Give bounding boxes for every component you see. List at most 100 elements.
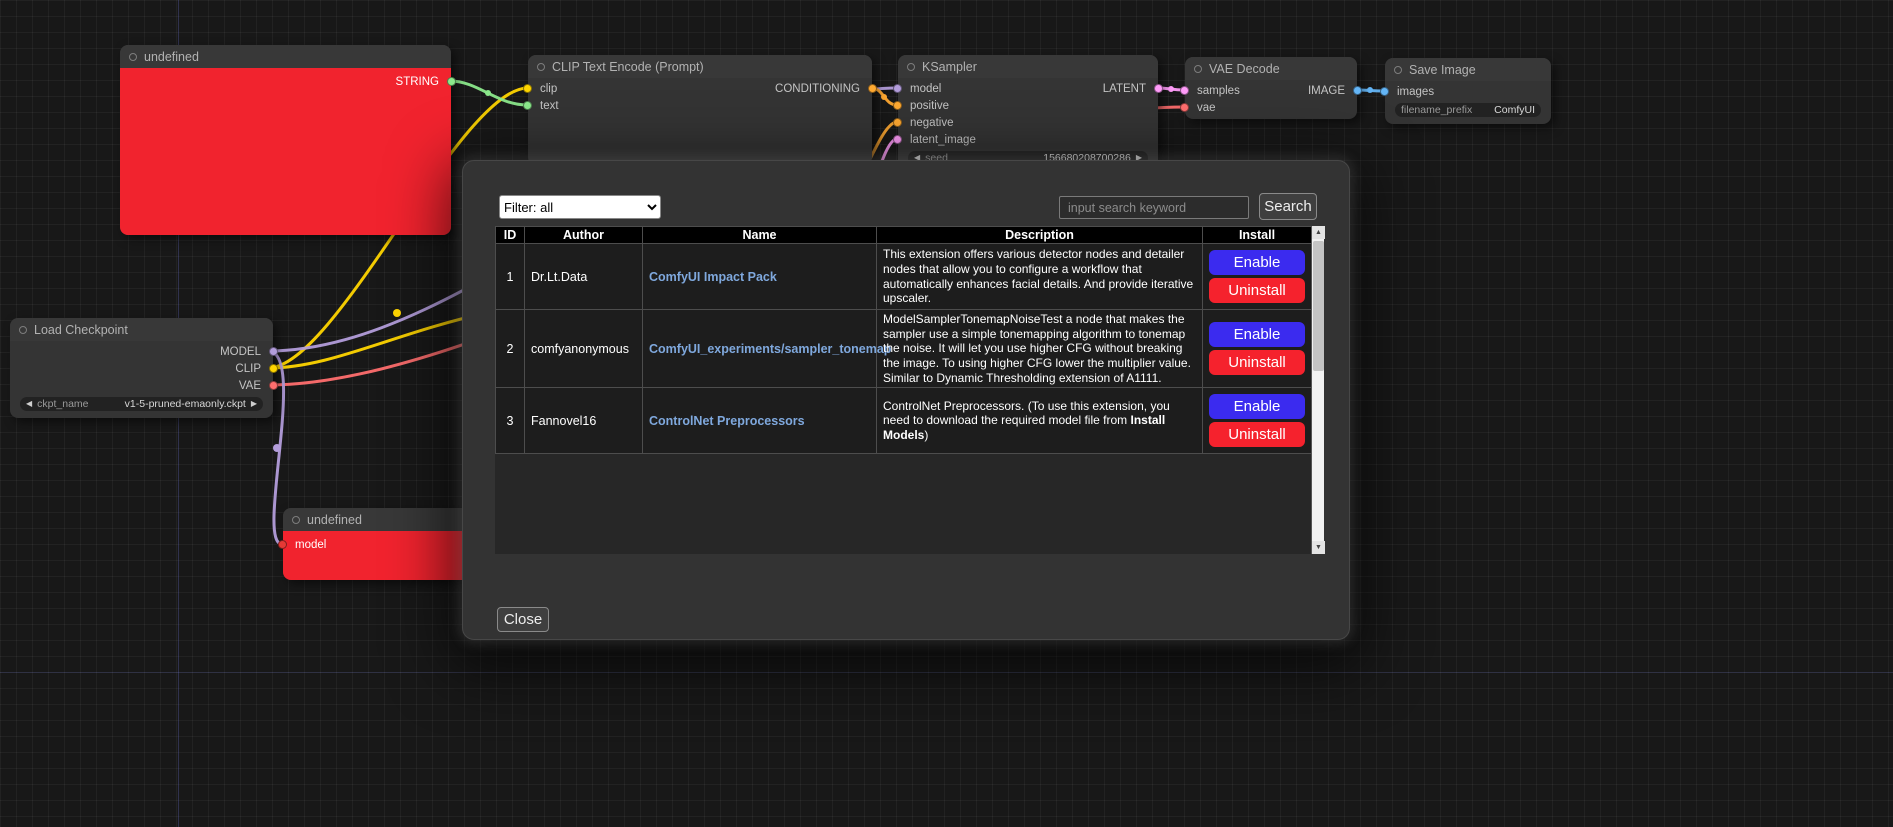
stepper-right-icon[interactable]: ▶ <box>251 400 257 408</box>
node-title-bar[interactable]: Save Image <box>1385 58 1551 81</box>
model-input-slot[interactable] <box>893 84 902 93</box>
input-slot-label: images <box>1397 86 1434 98</box>
extension-row: 1Dr.Lt.Data ComfyUI Impact Pack This exten… <box>496 244 1312 310</box>
negative-input-slot[interactable] <box>893 118 902 127</box>
output-slot-label: CLIP <box>235 363 261 375</box>
extension-id: 3 <box>496 388 525 454</box>
extension-id: 2 <box>496 310 525 388</box>
node-title: undefined <box>144 50 199 64</box>
link-midpoint-dot <box>273 444 281 452</box>
table-scrollbar[interactable]: ▲ ▼ <box>1311 226 1324 554</box>
node-title: CLIP Text Encode (Prompt) <box>552 60 704 74</box>
header-author: Author <box>525 227 643 244</box>
slot-row: samples IMAGE <box>1185 82 1357 99</box>
collapse-dot-icon[interactable] <box>907 63 915 71</box>
extension-table: ID Author Name Description Install 1Dr.L… <box>495 226 1312 454</box>
latent-output-slot[interactable] <box>1154 84 1163 93</box>
uninstall-button[interactable]: Uninstall <box>1209 278 1305 303</box>
extension-table-container: ID Author Name Description Install 1Dr.L… <box>495 226 1324 554</box>
node-clip-text-encode[interactable]: CLIP Text Encode (Prompt) clip CONDITION… <box>528 55 872 165</box>
node-title: Save Image <box>1409 63 1476 77</box>
model-output-slot[interactable] <box>269 347 278 356</box>
scroll-up-icon[interactable]: ▲ <box>1312 226 1325 239</box>
text-input-slot[interactable] <box>523 101 532 110</box>
header-id: ID <box>496 227 525 244</box>
collapse-dot-icon[interactable] <box>537 63 545 71</box>
slot-row: clip CONDITIONING <box>528 80 872 97</box>
extension-install-cell: Enable Uninstall <box>1203 244 1312 310</box>
image-output-slot[interactable] <box>1353 86 1362 95</box>
extension-id: 1 <box>496 244 525 310</box>
close-button[interactable]: Close <box>497 607 549 632</box>
extension-author: Dr.Lt.Data <box>525 244 643 310</box>
output-slot-row: STRING <box>120 73 451 90</box>
extension-link[interactable]: ComfyUI Impact Pack <box>649 270 777 284</box>
positive-input-slot[interactable] <box>893 101 902 110</box>
scroll-down-icon[interactable]: ▼ <box>1312 541 1325 554</box>
node-title: undefined <box>307 513 362 527</box>
uninstall-button[interactable]: Uninstall <box>1209 422 1305 447</box>
model-input-slot[interactable] <box>278 540 287 549</box>
header-install: Install <box>1203 227 1312 244</box>
output-slot-label: LATENT <box>1103 83 1146 95</box>
node-title-bar[interactable]: Load Checkpoint <box>10 318 273 341</box>
node-title-bar[interactable]: VAE Decode <box>1185 57 1357 80</box>
header-description: Description <box>877 227 1203 244</box>
samples-input-slot[interactable] <box>1180 86 1189 95</box>
link-midpoint-dot <box>485 90 491 96</box>
ckpt-name-widget[interactable]: ◀ ckpt_name v1-5-pruned-emaonly.ckpt ▶ <box>20 397 263 411</box>
latent-image-input-slot[interactable] <box>893 135 902 144</box>
extension-link[interactable]: ComfyUI_experiments/sampler_tonemap <box>649 342 891 356</box>
filename-prefix-widget[interactable]: filename_prefix ComfyUI <box>1395 103 1541 117</box>
enable-button[interactable]: Enable <box>1209 250 1305 275</box>
search-button[interactable]: Search <box>1259 193 1317 220</box>
vae-output-slot[interactable] <box>269 381 278 390</box>
collapse-dot-icon[interactable] <box>1394 66 1402 74</box>
node-undefined-top[interactable]: undefined STRING <box>120 45 451 235</box>
extension-author: Fannovel16 <box>525 388 643 454</box>
slot-row: latent_image <box>898 131 1158 148</box>
scrollbar-thumb[interactable] <box>1313 241 1324 371</box>
conditioning-output-slot[interactable] <box>868 84 877 93</box>
string-output-slot[interactable] <box>447 77 456 86</box>
filter-select[interactable]: Filter: all <box>499 195 661 219</box>
node-load-checkpoint[interactable]: Load Checkpoint MODEL CLIP VAE ◀ ckpt_na… <box>10 318 273 418</box>
extension-description: This extension offers various detector n… <box>877 244 1203 310</box>
uninstall-button[interactable]: Uninstall <box>1209 350 1305 375</box>
widget-label: ckpt_name <box>37 398 88 410</box>
search-input[interactable] <box>1059 196 1249 219</box>
collapse-dot-icon[interactable] <box>292 516 300 524</box>
node-ksampler[interactable]: KSampler model LATENT positive negative … <box>898 55 1158 170</box>
enable-button[interactable]: Enable <box>1209 394 1305 419</box>
extension-row: 2comfyanonymousComfyUI_experiments/sampl… <box>496 310 1312 388</box>
clip-output-slot[interactable] <box>269 364 278 373</box>
input-slot-label: text <box>540 100 559 112</box>
extension-link[interactable]: ControlNet Preprocessors <box>649 414 805 428</box>
node-title-bar[interactable]: KSampler <box>898 55 1158 78</box>
images-input-slot[interactable] <box>1380 87 1389 96</box>
input-slot-label: model <box>295 539 326 551</box>
clip-input-slot[interactable] <box>523 84 532 93</box>
node-title-bar[interactable]: undefined <box>120 45 451 68</box>
node-title-bar[interactable]: CLIP Text Encode (Prompt) <box>528 55 872 78</box>
node-body: model LATENT positive negative latent_im… <box>898 78 1158 165</box>
input-slot-label: samples <box>1197 85 1240 97</box>
collapse-dot-icon[interactable] <box>1194 65 1202 73</box>
collapse-dot-icon[interactable] <box>129 53 137 61</box>
stepper-left-icon[interactable]: ◀ <box>26 400 32 408</box>
node-title: KSampler <box>922 60 977 74</box>
vae-input-slot[interactable] <box>1180 103 1189 112</box>
extension-name-cell: ControlNet Preprocessors <box>643 388 877 454</box>
link-midpoint-dot <box>881 94 887 100</box>
slot-row: VAE <box>10 377 273 394</box>
node-vae-decode[interactable]: VAE Decode samples IMAGE vae <box>1185 57 1357 119</box>
input-slot-label: model <box>910 83 941 95</box>
output-slot-label: CONDITIONING <box>775 83 860 95</box>
link-midpoint-dot <box>393 309 401 317</box>
enable-button[interactable]: Enable <box>1209 322 1305 347</box>
collapse-dot-icon[interactable] <box>19 326 27 334</box>
input-slot-label: clip <box>540 83 557 95</box>
input-slot-label: negative <box>910 117 953 129</box>
node-save-image[interactable]: Save Image images filename_prefix ComfyU… <box>1385 58 1551 124</box>
extension-install-cell: Enable Uninstall <box>1203 310 1312 388</box>
